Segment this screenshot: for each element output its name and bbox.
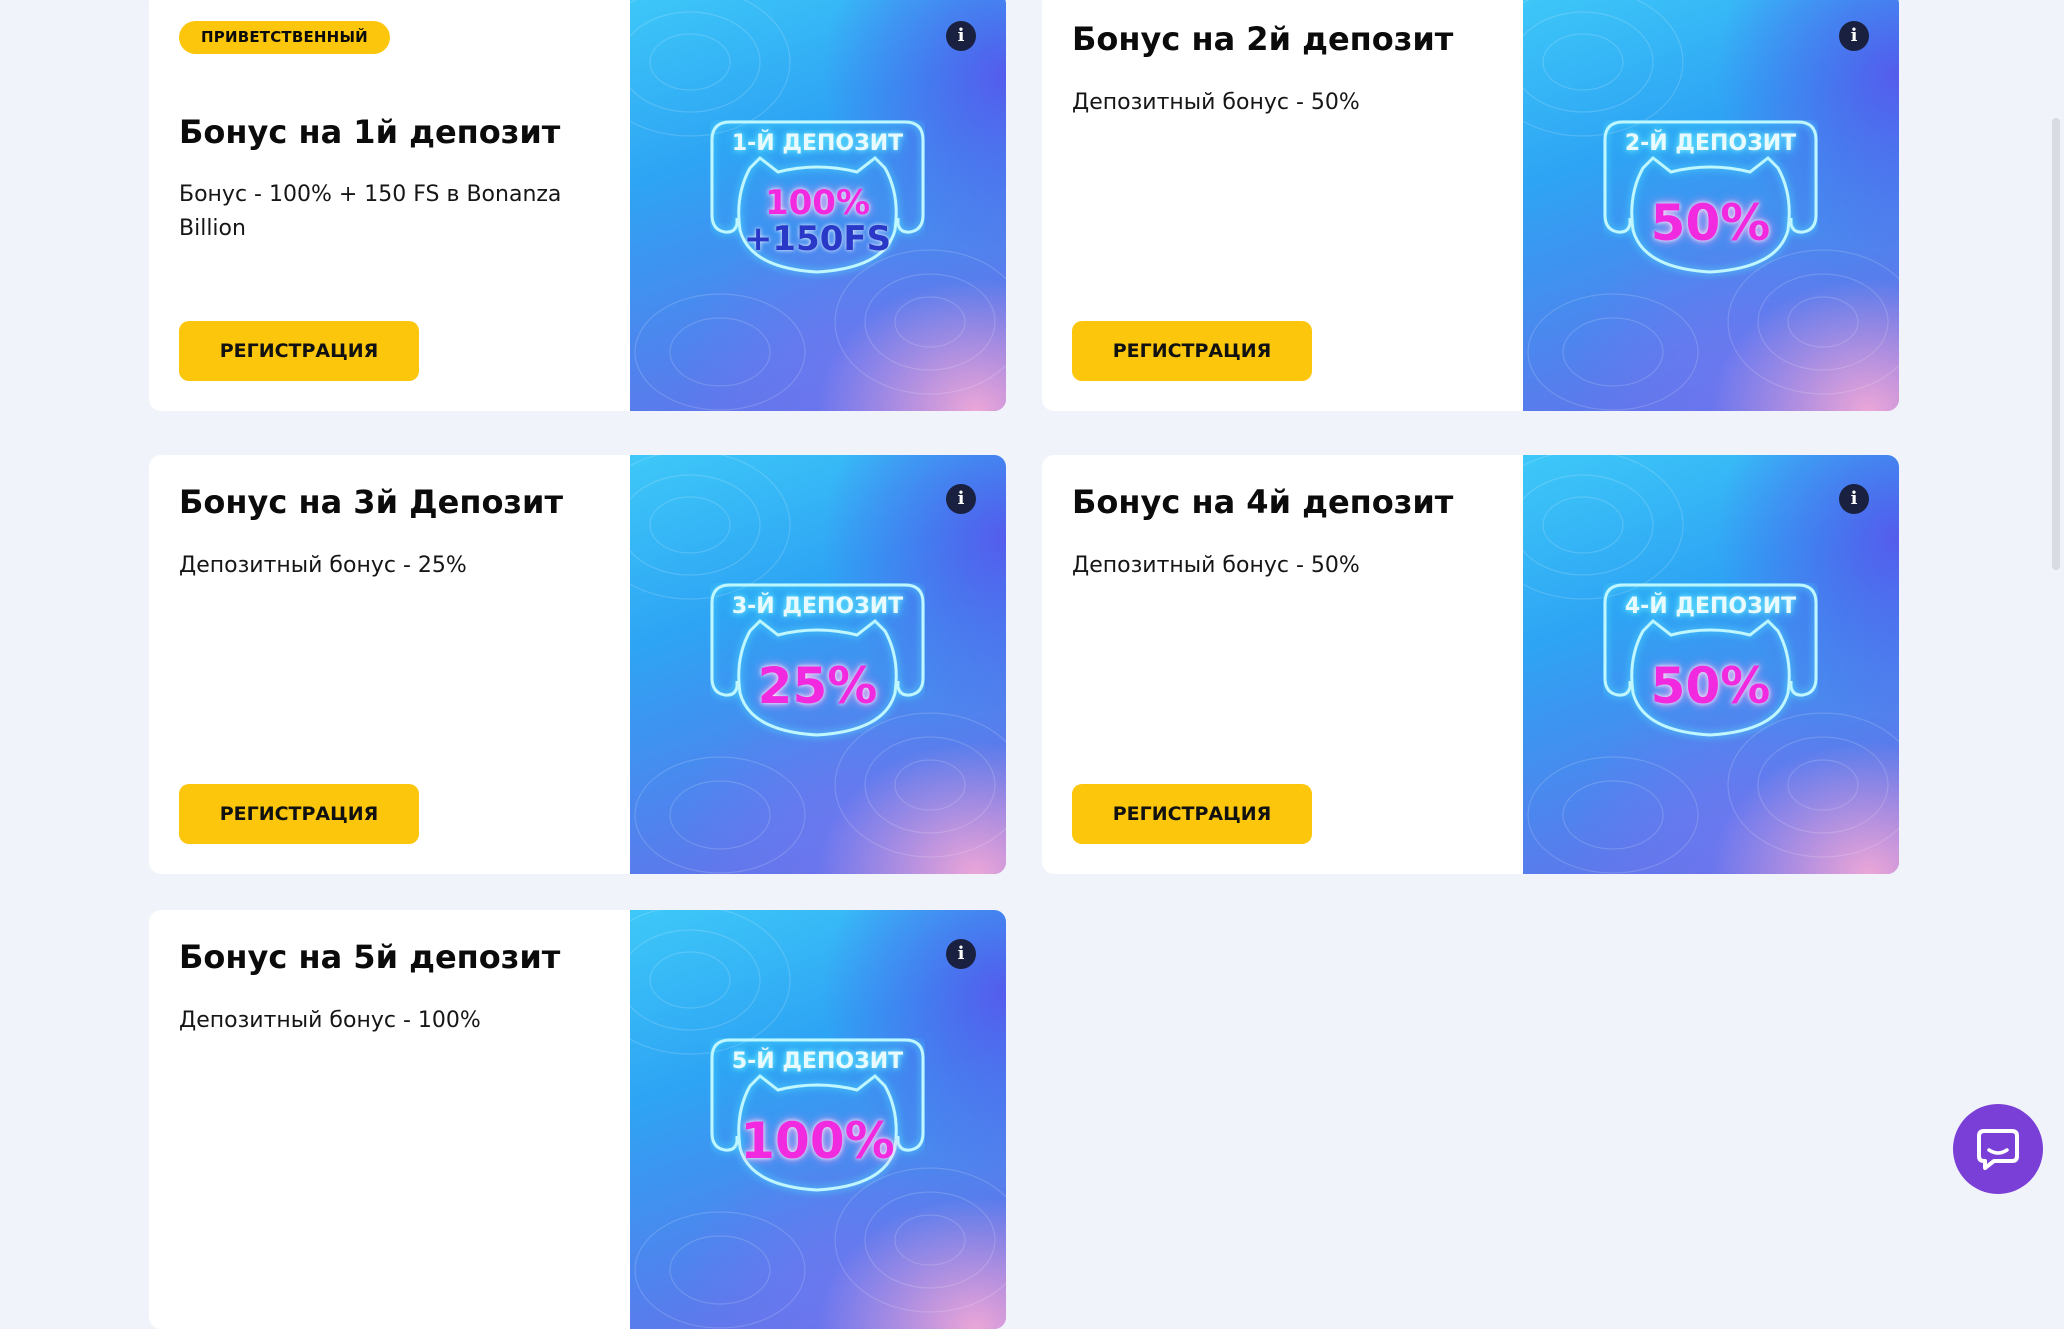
bonus-card-5: Бонус на 5й депозит Депозитный бонус - 1… xyxy=(149,910,1006,1329)
deposit-emblem: 4-Й ДЕПОЗИТ 50% xyxy=(1603,583,1818,743)
promo-image: i 4-Й ДЕПОЗИТ 50% xyxy=(1523,455,1899,874)
card-text-area: Бонус на 3й Депозит Депозитный бонус - 2… xyxy=(179,455,599,874)
emblem-label: 4-Й ДЕПОЗИТ xyxy=(1624,594,1797,619)
info-icon[interactable]: i xyxy=(946,484,976,514)
registration-button[interactable]: РЕГИСТРАЦИЯ xyxy=(1072,321,1312,381)
emblem-value: 100% +150FS xyxy=(710,185,925,257)
card-description: Депозитный бонус - 100% xyxy=(179,1008,481,1033)
card-title: Бонус на 1й депозит xyxy=(179,113,561,151)
card-title: Бонус на 5й депозит xyxy=(179,938,561,976)
promo-image: i 2-Й ДЕПОЗИТ 50% xyxy=(1523,0,1899,411)
emblem-label: 2-Й ДЕПОЗИТ xyxy=(1624,131,1797,156)
emblem-value: 25% xyxy=(757,657,878,715)
registration-button[interactable]: РЕГИСТРАЦИЯ xyxy=(1072,784,1312,844)
info-icon[interactable]: i xyxy=(946,939,976,969)
card-text-area: Бонус на 5й депозит Депозитный бонус - 1… xyxy=(179,910,599,1329)
emblem-value-line1: 100% xyxy=(764,183,871,223)
emblem-value: 50% xyxy=(1650,657,1771,715)
deposit-emblem: 5-Й ДЕПОЗИТ 100% xyxy=(710,1038,925,1198)
bonus-card-1: ПРИВЕТСТВЕННЫЙ Бонус на 1й депозит Бонус… xyxy=(149,0,1006,411)
info-icon[interactable]: i xyxy=(946,21,976,51)
chat-button[interactable] xyxy=(1953,1104,2043,1194)
deposit-emblem: 2-Й ДЕПОЗИТ 50% xyxy=(1603,120,1818,280)
card-description: Депозитный бонус - 25% xyxy=(179,553,467,578)
emblem-label: 3-Й ДЕПОЗИТ xyxy=(731,594,904,619)
emblem-value-line2: +150FS xyxy=(743,219,892,259)
scrollbar-thumb[interactable] xyxy=(2052,118,2060,570)
card-title: Бонус на 4й депозит xyxy=(1072,483,1454,521)
card-text-area: Бонус на 2й депозит Депозитный бонус - 5… xyxy=(1072,0,1492,411)
chat-bubble-icon xyxy=(1977,1129,2019,1170)
registration-button[interactable]: РЕГИСТРАЦИЯ xyxy=(179,321,419,381)
registration-button[interactable]: РЕГИСТРАЦИЯ xyxy=(179,784,419,844)
emblem-value: 50% xyxy=(1650,194,1771,252)
deposit-emblem: 3-Й ДЕПОЗИТ 25% xyxy=(710,583,925,743)
info-icon[interactable]: i xyxy=(1839,21,1869,51)
promo-image: i 1-Й ДЕПОЗИТ 100% +150FS xyxy=(630,0,1006,411)
emblem-label: 1-Й ДЕПОЗИТ xyxy=(731,131,904,156)
deposit-emblem: 1-Й ДЕПОЗИТ 100% +150FS xyxy=(710,120,925,280)
card-description: Депозитный бонус - 50% xyxy=(1072,553,1360,578)
promo-image: i 3-Й ДЕПОЗИТ 25% xyxy=(630,455,1006,874)
card-text-area: ПРИВЕТСТВЕННЫЙ Бонус на 1й депозит Бонус… xyxy=(179,0,599,411)
card-description: Депозитный бонус - 50% xyxy=(1072,90,1360,115)
page-scrollbar[interactable] xyxy=(2048,0,2064,1210)
promo-image: i 5-Й ДЕПОЗИТ 100% xyxy=(630,910,1006,1329)
welcome-badge: ПРИВЕТСТВЕННЫЙ xyxy=(179,21,390,54)
card-description: Бонус - 100% + 150 FS в Bonanza Billion xyxy=(179,182,562,241)
bonus-card-4: Бонус на 4й депозит Депозитный бонус - 5… xyxy=(1042,455,1899,874)
bonus-card-2: Бонус на 2й депозит Депозитный бонус - 5… xyxy=(1042,0,1899,411)
info-icon[interactable]: i xyxy=(1839,484,1869,514)
emblem-value: 100% xyxy=(740,1112,895,1170)
card-text-area: Бонус на 4й депозит Депозитный бонус - 5… xyxy=(1072,455,1492,874)
card-title: Бонус на 3й Депозит xyxy=(179,483,563,521)
emblem-label: 5-Й ДЕПОЗИТ xyxy=(731,1049,904,1074)
card-title: Бонус на 2й депозит xyxy=(1072,20,1454,58)
bonus-card-3: Бонус на 3й Депозит Депозитный бонус - 2… xyxy=(149,455,1006,874)
